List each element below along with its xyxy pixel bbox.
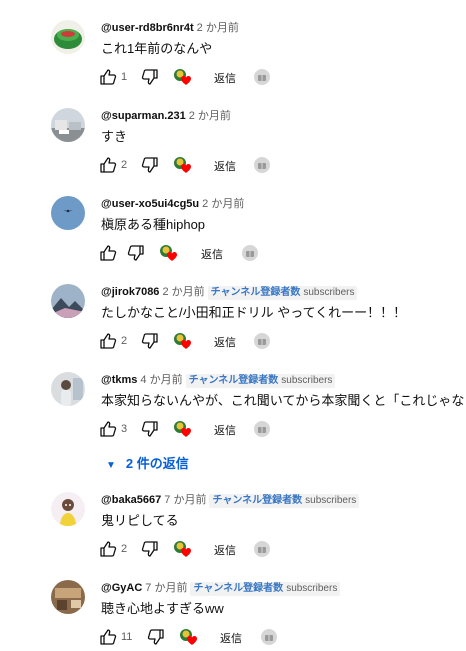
- badge-subscribers: subscribers: [286, 583, 338, 594]
- gift-icon[interactable]: [253, 156, 271, 174]
- badge-subscribers: subscribers: [281, 375, 333, 386]
- comment-actions: 2 返信: [99, 540, 299, 560]
- avatar[interactable]: [51, 196, 85, 230]
- comment-time[interactable]: 7 か月前: [164, 494, 206, 506]
- comment-text: 聴き心地よすぎるww: [101, 601, 224, 616]
- comment-text: 本家知らないんやが、これ聞いてから本家聞くと「これじゃない: [101, 393, 466, 408]
- member-badge: チャンネル登録者数 subscribers: [185, 374, 336, 388]
- thumbs-up-icon[interactable]: [99, 540, 117, 558]
- comment-header: @suparman.231 2 か月前: [101, 108, 231, 124]
- like-count: 11: [121, 631, 133, 643]
- comment-actions: 3 返信: [99, 420, 299, 440]
- reply-button[interactable]: 返信: [214, 542, 236, 558]
- gift-icon[interactable]: [253, 420, 271, 438]
- thumbs-up-icon[interactable]: [99, 68, 117, 86]
- comment-time[interactable]: 2 か月前: [162, 286, 204, 298]
- comment-text: 槇原ある種hiphop: [101, 217, 206, 232]
- badge-subscribers: subscribers: [303, 287, 355, 298]
- author-name[interactable]: @jirok7086: [101, 286, 159, 298]
- comment-time[interactable]: 2 か月前: [197, 22, 239, 34]
- comment-header: @user-xo5ui4cg5u 2 か月前: [101, 196, 244, 212]
- like-count: 3: [121, 423, 128, 435]
- comment-time[interactable]: 7 か月前: [145, 582, 187, 594]
- thumbs-down-icon[interactable]: [141, 68, 159, 86]
- comment-actions: 11 返信: [99, 628, 299, 648]
- like-count: 2: [121, 543, 128, 555]
- comment-header: @baka5667 7 か月前 チャンネル登録者数 subscribers: [101, 492, 360, 508]
- avatar[interactable]: [51, 580, 85, 614]
- avatar[interactable]: [51, 108, 85, 142]
- thumbs-down-icon[interactable]: [141, 332, 159, 350]
- reply-button[interactable]: 返信: [201, 246, 223, 262]
- badge-label: チャンネル登録者数: [210, 287, 301, 298]
- comment-header: @jirok7086 2 か月前 チャンネル登録者数 subscribers: [101, 284, 358, 300]
- comment-text: たしかなこと/小田和正ドリル やってくれーー！！！: [101, 305, 407, 320]
- comment-time[interactable]: 4 か月前: [140, 374, 182, 386]
- thumbs-down-icon[interactable]: [141, 540, 159, 558]
- comment-text: これ1年前のなんや: [101, 41, 213, 56]
- comment-actions: 2 返信: [99, 156, 299, 176]
- gift-icon[interactable]: [253, 68, 271, 86]
- chevron-down-icon: ▼: [106, 460, 116, 471]
- thumbs-up-icon[interactable]: [99, 628, 117, 646]
- comment-header: @GyAC 7 か月前 チャンネル登録者数 subscribers: [101, 580, 341, 596]
- gift-icon[interactable]: [241, 244, 259, 262]
- comment-text: 鬼リピしてる: [101, 513, 179, 528]
- show-replies-button[interactable]: ▼ 2 件の返信: [106, 455, 189, 473]
- like-count: 2: [121, 335, 128, 347]
- creator-heart-icon: [173, 156, 193, 174]
- avatar[interactable]: [51, 284, 85, 318]
- reply-button[interactable]: 返信: [214, 70, 236, 86]
- comment-actions: 2 返信: [99, 332, 299, 352]
- comment-header: @tkms 4 か月前 チャンネル登録者数 subscribers: [101, 372, 336, 388]
- badge-label: チャンネル登録者数: [193, 583, 284, 594]
- thumbs-down-icon[interactable]: [141, 156, 159, 174]
- badge-label: チャンネル登録者数: [188, 375, 279, 386]
- comment-actions: 返信: [99, 244, 299, 264]
- author-name[interactable]: @suparman.231: [101, 110, 186, 122]
- thumbs-up-icon[interactable]: [99, 332, 117, 350]
- badge-label: チャンネル登録者数: [212, 495, 303, 506]
- author-name[interactable]: @user-xo5ui4cg5u: [101, 198, 199, 210]
- thumbs-down-icon[interactable]: [141, 420, 159, 438]
- thumbs-up-icon[interactable]: [99, 244, 117, 262]
- avatar[interactable]: [51, 492, 85, 526]
- gift-icon[interactable]: [253, 540, 271, 558]
- comment-text: すき: [101, 129, 128, 144]
- creator-heart-icon: [173, 332, 193, 350]
- reply-button[interactable]: 返信: [214, 158, 236, 174]
- author-name[interactable]: @GyAC: [101, 582, 142, 594]
- avatar[interactable]: [51, 372, 85, 406]
- creator-heart-icon: [179, 628, 199, 646]
- thumbs-down-icon[interactable]: [127, 244, 145, 262]
- replies-count-label: 2 件の返信: [125, 456, 189, 471]
- member-badge: チャンネル登録者数 subscribers: [207, 286, 358, 300]
- author-name[interactable]: @tkms: [101, 374, 137, 386]
- avatar[interactable]: [51, 20, 85, 54]
- gift-icon[interactable]: [260, 628, 278, 646]
- member-badge: チャンネル登録者数 subscribers: [190, 582, 341, 596]
- creator-heart-icon: [173, 540, 193, 558]
- reply-button[interactable]: 返信: [220, 630, 242, 646]
- author-name[interactable]: @baka5667: [101, 494, 161, 506]
- like-count: 2: [121, 159, 128, 171]
- thumbs-up-icon[interactable]: [99, 420, 117, 438]
- thumbs-down-icon[interactable]: [147, 628, 165, 646]
- reply-button[interactable]: 返信: [214, 422, 236, 438]
- member-badge: チャンネル登録者数 subscribers: [209, 494, 360, 508]
- comment-time[interactable]: 2 か月前: [189, 110, 231, 122]
- creator-heart-icon: [173, 420, 193, 438]
- comment-actions: 1 返信: [99, 68, 299, 88]
- comment-header: @user-rd8br6nr4t 2 か月前: [101, 20, 239, 36]
- thumbs-up-icon[interactable]: [99, 156, 117, 174]
- creator-heart-icon: [173, 68, 193, 86]
- author-name[interactable]: @user-rd8br6nr4t: [101, 22, 194, 34]
- gift-icon[interactable]: [253, 332, 271, 350]
- badge-subscribers: subscribers: [305, 495, 357, 506]
- reply-button[interactable]: 返信: [214, 334, 236, 350]
- comment-time[interactable]: 2 か月前: [202, 198, 244, 210]
- like-count: 1: [121, 71, 128, 83]
- creator-heart-icon: [159, 244, 179, 262]
